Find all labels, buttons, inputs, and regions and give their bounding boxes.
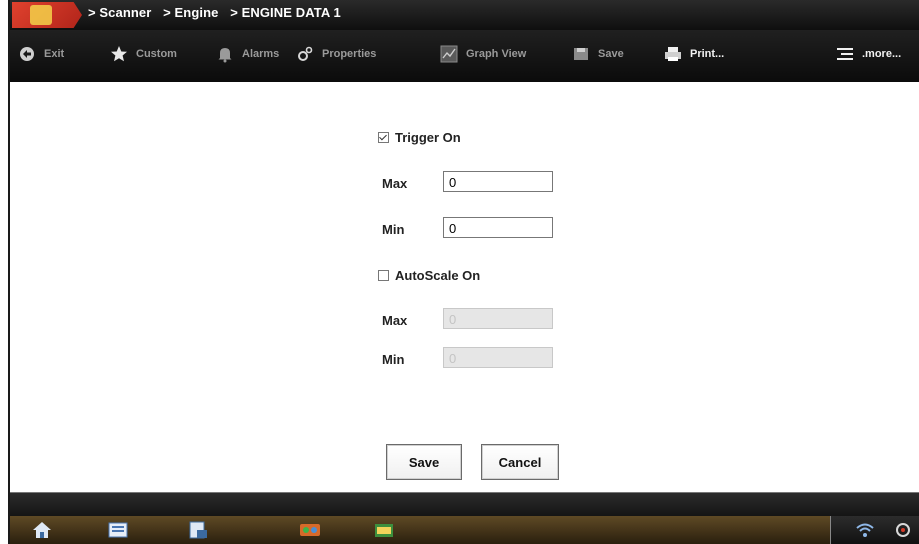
custom-label: Custom [136, 48, 177, 60]
scanner-icon[interactable] [106, 519, 130, 541]
printer-icon [664, 45, 682, 63]
cancel-button[interactable]: Cancel [481, 444, 559, 480]
trigger-max-input[interactable]: 0 [443, 171, 553, 192]
save-button[interactable]: Save [386, 444, 462, 480]
print-button[interactable]: Print... [664, 42, 724, 66]
trigger-min-input[interactable]: 0 [443, 217, 553, 238]
trigger-max-label: Max [382, 176, 408, 191]
brand-logo[interactable] [12, 2, 82, 28]
properties-label: Properties [322, 48, 377, 60]
alarms-label: Alarms [242, 48, 280, 60]
autoscale-min-label: Min [382, 352, 405, 367]
breadcrumb-engine-data: > ENGINE DATA 1 [230, 5, 341, 20]
graph-view-label: Graph View [466, 48, 527, 60]
toolbar: Exit Custom Alarms Properties Graph View [10, 30, 919, 82]
alarms-button[interactable]: Alarms [216, 42, 279, 66]
exit-label: Exit [44, 48, 65, 60]
title-bar: > Scanner > Engine > ENGINE DATA 1 [10, 0, 919, 30]
home-icon[interactable] [30, 519, 54, 541]
data-icon[interactable] [186, 519, 210, 541]
properties-button[interactable]: Properties [296, 42, 376, 66]
autoscale-min-input: 0 [443, 347, 553, 368]
brand-logo-mark [30, 5, 52, 25]
trigger-min-label: Min [382, 222, 405, 237]
autoscale-max-label: Max [382, 313, 408, 328]
properties-panel: Trigger On Max 0 Min 0 AutoScale On Max … [10, 82, 919, 492]
gear-icon [296, 45, 314, 63]
system-tray [830, 516, 919, 544]
menu-icon [836, 45, 854, 63]
trigger-on-label: Trigger On [395, 130, 461, 145]
autoscale-on-checkbox[interactable]: AutoScale On [378, 268, 480, 283]
breadcrumb-scanner[interactable]: > Scanner [88, 5, 151, 20]
checkbox-checked-icon[interactable] [378, 132, 389, 143]
bell-icon [216, 45, 234, 63]
status-bar [10, 492, 919, 517]
print-label: Print... [690, 48, 725, 60]
exit-button[interactable]: Exit [18, 42, 64, 66]
breadcrumb: > Scanner > Engine > ENGINE DATA 1 [88, 5, 349, 20]
star-icon [110, 45, 128, 63]
folder-icon[interactable] [372, 519, 396, 541]
taskbar [10, 516, 919, 544]
breadcrumb-engine[interactable]: > Engine [163, 5, 218, 20]
more-button[interactable]: .more... [836, 42, 901, 66]
save-icon [572, 45, 590, 63]
autoscale-on-label: AutoScale On [395, 268, 481, 283]
autoscale-max-input: 0 [443, 308, 553, 329]
trigger-on-checkbox[interactable]: Trigger On [378, 130, 461, 145]
graph-view-button[interactable]: Graph View [440, 42, 526, 66]
checkbox-unchecked-icon[interactable] [378, 270, 389, 281]
back-arrow-icon [18, 45, 36, 63]
save-toolbar-button[interactable]: Save [572, 42, 624, 66]
save-toolbar-label: Save [598, 48, 624, 60]
tools-icon[interactable] [298, 519, 322, 541]
signal-icon[interactable] [891, 519, 915, 541]
more-label: .more... [862, 48, 902, 60]
app-window: > Scanner > Engine > ENGINE DATA 1 Exit … [8, 0, 919, 544]
custom-button[interactable]: Custom [110, 42, 177, 66]
graph-icon [440, 45, 458, 63]
wifi-icon[interactable] [853, 519, 877, 541]
